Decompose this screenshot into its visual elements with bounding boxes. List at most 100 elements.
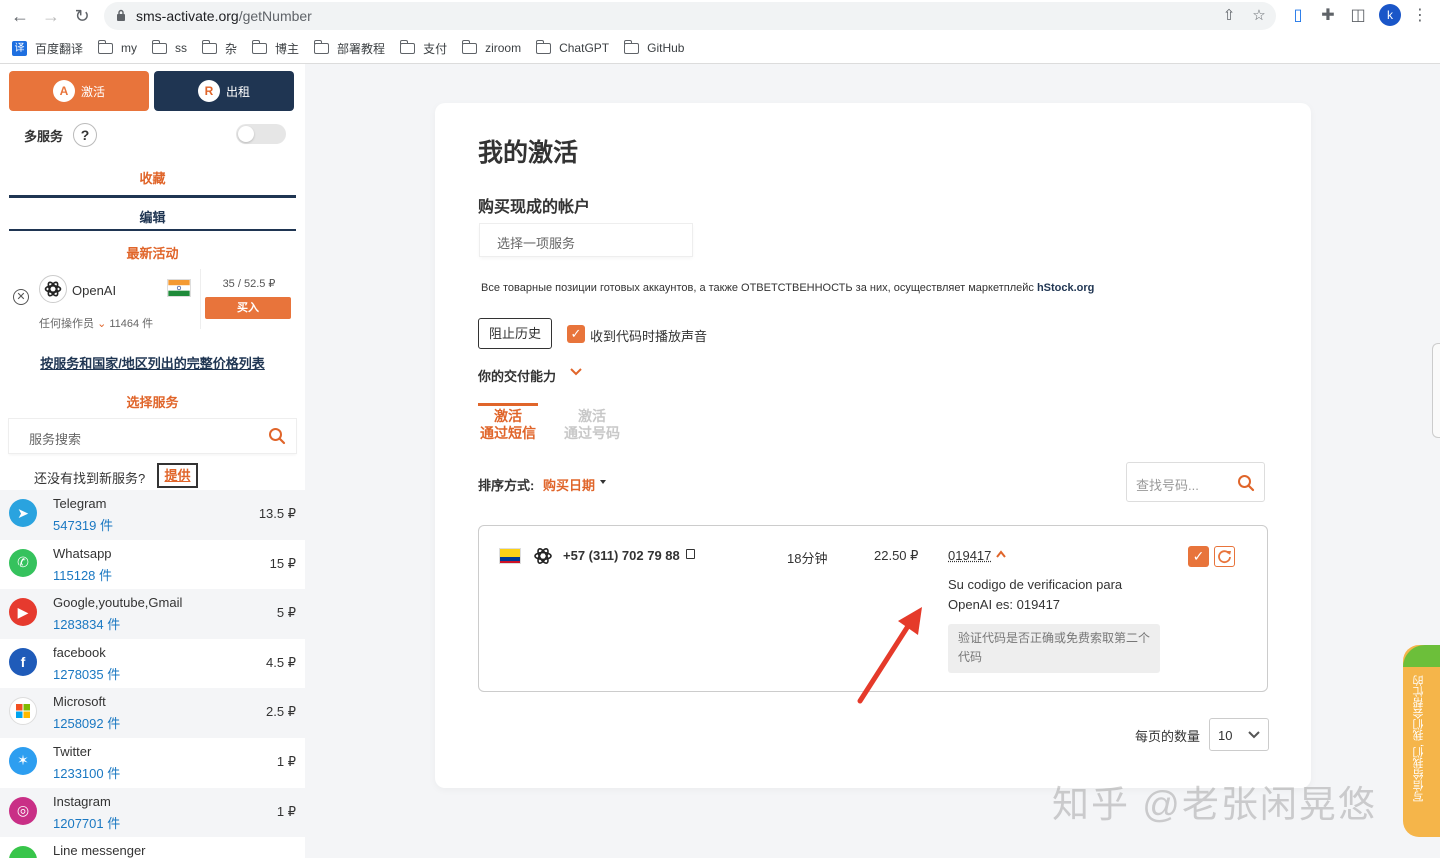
- bookmark-label: 博主: [275, 41, 300, 56]
- page-scroll-handle[interactable]: [1432, 343, 1440, 438]
- chevron-down-icon[interactable]: [569, 365, 583, 379]
- offer-link[interactable]: 提供: [157, 463, 198, 488]
- bookmark-item[interactable]: 杂: [201, 39, 238, 57]
- folder-icon: [623, 39, 640, 54]
- service-row[interactable]: ✆ Whatsapp 115128 件 15 ₽: [0, 540, 305, 590]
- back-icon[interactable]: ←: [8, 4, 32, 28]
- section-subtitle: 购买现成的帐户: [478, 199, 591, 216]
- service-select-placeholder: 选择一项服务: [497, 236, 576, 251]
- search-icon[interactable]: [268, 427, 286, 445]
- latest-activity-label[interactable]: 最新活动: [0, 243, 305, 262]
- browser-chrome: ← → ↻ sms-activate.org/getNumber ⇧ ☆ ▯ ✚…: [0, 0, 1440, 64]
- service-row[interactable]: ➤ Telegram 547319 件 13.5 ₽: [0, 490, 305, 540]
- support-side-tab[interactable]: 写信给我们, 我们会帮忙的: [1403, 645, 1440, 837]
- bookmark-item[interactable]: 部署教程: [313, 39, 385, 57]
- bookmark-label: ziroom: [485, 41, 522, 55]
- service-price: 2.5 ₽: [266, 704, 296, 720]
- confirm-check-button[interactable]: ✓: [1188, 546, 1209, 567]
- rent-button[interactable]: R 出租: [154, 71, 294, 111]
- help-icon[interactable]: ?: [73, 123, 97, 147]
- service-name: Twitter: [53, 743, 92, 759]
- menu-icon[interactable]: ⋮: [1408, 4, 1432, 28]
- bookmark-item[interactable]: ss: [151, 39, 188, 55]
- bookmark-item[interactable]: 博主: [251, 39, 300, 57]
- favorite-row: ✕ OpenAI 35 / 52.5 ₽ 买入 任何操作员 ⌄ 11464 件: [0, 269, 305, 337]
- caret-down-icon[interactable]: [600, 480, 606, 484]
- activate-button[interactable]: A 激活: [9, 71, 149, 111]
- bookmark-item[interactable]: 译百度翻译: [12, 40, 83, 57]
- service-name: Telegram: [53, 496, 107, 511]
- bookmark-label: my: [121, 41, 138, 55]
- service-price: 1 ₽: [276, 753, 296, 769]
- divider: [9, 195, 296, 198]
- star-icon[interactable]: ☆: [1249, 6, 1269, 26]
- instagram-icon: ◎: [9, 796, 37, 825]
- folder-icon: [313, 39, 330, 54]
- bookmark-item[interactable]: ChatGPT: [535, 39, 610, 55]
- service-price: 4.5 ₽: [266, 654, 296, 670]
- notice-text: Все товарные позиции готовых аккаунтов, …: [481, 282, 1037, 294]
- bookmark-item[interactable]: GitHub: [623, 39, 685, 55]
- operator-select[interactable]: 任何操作员 ⌄ 11464 件: [39, 315, 153, 331]
- service-row[interactable]: Microsoft 1258092 件 2.5 ₽: [0, 688, 305, 738]
- edit-tab[interactable]: 编辑: [0, 207, 305, 226]
- address-bar[interactable]: sms-activate.org/getNumber ⇧ ☆: [104, 2, 1276, 30]
- chevron-up-icon[interactable]: [995, 549, 1007, 559]
- tab-number-activation[interactable]: 激活 通过号码: [561, 403, 623, 442]
- per-page-select[interactable]: 10: [1209, 718, 1269, 751]
- tab-sms-line2: 通过短信: [480, 425, 536, 441]
- chevron-down-icon: ⌄: [97, 318, 107, 330]
- divider: [9, 229, 296, 231]
- search-icon[interactable]: [1237, 474, 1255, 492]
- stop-history-button[interactable]: 阻止历史: [478, 318, 552, 349]
- bookmark-label: ChatGPT: [559, 41, 610, 55]
- marketplace-notice: Все товарные позиции готовых аккаунтов, …: [481, 282, 1094, 294]
- sms-code[interactable]: 019417: [948, 548, 991, 563]
- favorite-price: 35 / 52.5 ₽: [222, 278, 276, 290]
- service-count: 547319 件: [53, 518, 113, 533]
- profile-avatar[interactable]: k: [1379, 4, 1401, 26]
- multi-service-toggle[interactable]: [236, 124, 286, 144]
- phone-number: +57 (311) 702 79 88: [563, 548, 680, 563]
- service-price: 13.5 ₽: [258, 506, 296, 521]
- tab-sms-activation[interactable]: 激活 通过短信: [478, 403, 538, 442]
- request-again-button[interactable]: [1214, 546, 1235, 567]
- number-search-input[interactable]: 查找号码...: [1126, 462, 1265, 502]
- bookmark-label: ss: [175, 41, 188, 55]
- bookmark-item[interactable]: my: [97, 39, 138, 55]
- payment-label[interactable]: 你的交付能力: [478, 366, 556, 385]
- sound-checkbox[interactable]: ✓: [567, 325, 585, 343]
- bookmark-label: 百度翻译: [35, 41, 84, 56]
- bookmark-label: 杂: [225, 41, 238, 56]
- device-icon[interactable]: ▯: [1286, 4, 1310, 28]
- service-search-input[interactable]: 服务搜索: [9, 419, 296, 453]
- bookmark-label: GitHub: [647, 41, 685, 55]
- bookmark-item[interactable]: ziroom: [461, 39, 522, 55]
- share-icon[interactable]: ⇧: [1219, 6, 1239, 26]
- forward-icon[interactable]: →: [39, 4, 63, 28]
- remove-favorite-icon[interactable]: ✕: [13, 289, 29, 305]
- service-name: Whatsapp: [53, 545, 112, 561]
- full-price-list-link[interactable]: 按服务和国家/地区列出的完整价格列表: [0, 353, 305, 372]
- sort-select[interactable]: 购买日期: [543, 475, 595, 494]
- service-row[interactable]: ▶ Google,youtube,Gmail 1283834 件 5 ₽: [0, 589, 305, 639]
- service-row[interactable]: ✶ Twitter 1233100 件 1 ₽: [0, 738, 305, 788]
- watermark: 知乎 @老张闲晃悠: [1052, 784, 1377, 825]
- copy-icon[interactable]: [686, 549, 695, 559]
- bookmark-label: 支付: [423, 41, 448, 56]
- extensions-icon[interactable]: ✚: [1316, 4, 1340, 28]
- service-row[interactable]: f facebook 1278035 件 4.5 ₽: [0, 639, 305, 689]
- bookmark-item[interactable]: 支付: [399, 39, 448, 57]
- reload-icon[interactable]: ↻: [70, 4, 94, 28]
- sound-checkbox-label[interactable]: 收到代码时播放声音: [590, 326, 707, 345]
- sort-label: 排序方式:: [478, 478, 535, 493]
- service-row[interactable]: ● Line messenger: [0, 837, 305, 858]
- service-select[interactable]: 选择一项服务: [480, 224, 692, 256]
- buy-button[interactable]: 买入: [205, 297, 291, 319]
- service-row[interactable]: ◎ Instagram 1207701 件 1 ₽: [0, 787, 305, 838]
- favorites-label[interactable]: 收藏: [0, 168, 305, 187]
- line-icon: ●: [9, 846, 37, 858]
- per-page-label: 每页的数量: [1135, 729, 1201, 744]
- sidepanel-icon[interactable]: ◫: [1346, 4, 1370, 28]
- hstock-link[interactable]: hStock.org: [1037, 282, 1094, 294]
